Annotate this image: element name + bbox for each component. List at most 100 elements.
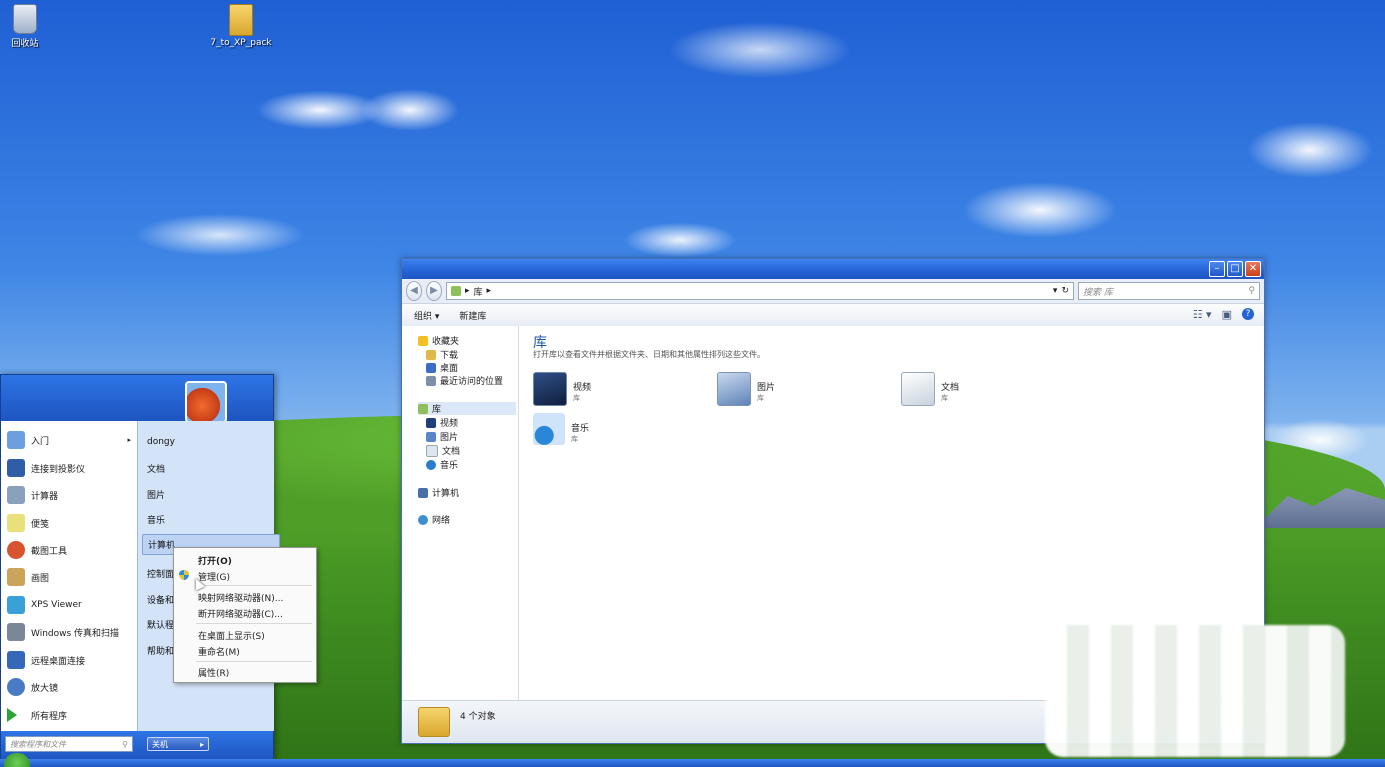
nav-network[interactable]: 网络 xyxy=(418,513,450,526)
taskbar xyxy=(0,759,1385,767)
minimize-icon[interactable]: – xyxy=(1209,261,1225,277)
recycle-bin-icon xyxy=(13,4,37,34)
menu-separator xyxy=(196,661,312,662)
nav-libraries[interactable]: 库 xyxy=(418,402,516,415)
music-icon xyxy=(426,459,436,470)
shutdown-options-icon[interactable]: ▸ xyxy=(200,740,204,749)
program-xps-viewer[interactable]: XPS Viewer xyxy=(7,596,131,614)
breadcrumb-library[interactable]: 库 xyxy=(474,285,483,298)
organize-button[interactable]: 组织 ▾ xyxy=(414,309,439,322)
nav-pictures[interactable]: 图片 xyxy=(426,430,458,443)
submenu-arrow-icon: ▸ xyxy=(127,436,131,444)
music-library-icon xyxy=(533,413,565,445)
menu-item-properties[interactable]: 属性(R) xyxy=(198,666,229,679)
menu-item-map-drive[interactable]: 映射网络驱动器(N)... xyxy=(198,591,283,604)
program-paint[interactable]: 画图 xyxy=(7,568,131,586)
maximize-icon[interactable]: □ xyxy=(1227,261,1243,277)
library-icon xyxy=(418,403,428,414)
desktop-icon-label: 回收站 xyxy=(11,39,39,49)
magnifier-icon xyxy=(7,678,25,696)
program-snipping-tool[interactable]: 截图工具 xyxy=(7,541,131,559)
menu-separator xyxy=(196,623,312,624)
calculator-icon xyxy=(7,486,25,504)
place-documents[interactable]: 文档 xyxy=(147,462,165,475)
program-sticky-notes[interactable]: 便笺 xyxy=(7,514,131,532)
library-item-videos[interactable]: 视频库 xyxy=(533,372,591,406)
place-devices-printers[interactable]: 设备和 xyxy=(147,593,174,606)
place-user[interactable]: dongy xyxy=(147,437,175,447)
start-menu-programs: 入门 ▸ 连接到投影仪 计算器 便笺 截图工具 画图 XPS Viewer Win… xyxy=(1,421,137,731)
sticky-notes-icon xyxy=(7,514,25,532)
library-folder-icon xyxy=(418,707,450,737)
paint-icon xyxy=(7,568,25,586)
menu-separator xyxy=(196,585,312,586)
library-item-documents[interactable]: 文档库 xyxy=(901,372,959,406)
start-menu-footer: 搜索程序和文件 ⚲ 关机 ▸ xyxy=(1,731,273,760)
program-getting-started[interactable]: 入门 ▸ xyxy=(7,431,131,449)
program-magnifier[interactable]: 放大镜 xyxy=(7,678,131,696)
nav-computer[interactable]: 计算机 xyxy=(418,486,459,499)
library-item-music[interactable]: 音乐库 xyxy=(533,413,589,445)
play-arrow-icon xyxy=(7,708,17,722)
downloads-icon xyxy=(426,349,436,360)
menu-item-show-on-desktop[interactable]: 在桌面上显示(S) xyxy=(198,629,265,642)
nav-videos[interactable]: 视频 xyxy=(426,416,458,429)
search-icon: ⚲ xyxy=(1248,286,1255,296)
folder-icon xyxy=(229,4,253,36)
library-icon xyxy=(451,286,461,296)
nav-music[interactable]: 音乐 xyxy=(426,458,458,471)
document-icon xyxy=(426,444,438,457)
snipping-tool-icon xyxy=(7,541,25,559)
item-count: 4 个对象 xyxy=(460,712,496,722)
desktop-icon xyxy=(426,362,436,373)
program-projector[interactable]: 连接到投影仪 xyxy=(7,459,131,477)
menu-item-rename[interactable]: 重命名(M) xyxy=(198,645,240,658)
place-default-programs[interactable]: 默认程 xyxy=(147,618,174,631)
library-description: 打开库以查看文件并根据文件夹、日期和其他属性排列这些文件。 xyxy=(533,350,765,359)
place-pictures[interactable]: 图片 xyxy=(147,488,165,501)
start-search-input[interactable]: 搜索程序和文件 ⚲ xyxy=(5,736,133,752)
nav-recent[interactable]: 最近访问的位置 xyxy=(426,374,503,387)
nav-documents[interactable]: 文档 xyxy=(426,444,460,457)
address-bar[interactable]: ▸ 库 ▸ ▾ ↻ xyxy=(446,282,1074,300)
address-dropdown-icon[interactable]: ▾ xyxy=(1053,286,1058,296)
avatar[interactable] xyxy=(185,381,227,423)
program-fax-scan[interactable]: Windows 传真和扫描 xyxy=(7,623,131,641)
computer-icon xyxy=(418,487,428,498)
preview-pane-icon[interactable]: ▣ xyxy=(1222,308,1232,321)
back-button[interactable]: ◀ xyxy=(406,281,422,301)
forward-button[interactable]: ▶ xyxy=(426,281,442,301)
blurred-watermark xyxy=(1045,625,1345,757)
menu-item-open[interactable]: 打开(O) xyxy=(198,554,232,567)
search-icon: ⚲ xyxy=(122,739,128,749)
desktop-icon-folder[interactable]: 7_to_XP_pack xyxy=(206,4,276,48)
place-help-support[interactable]: 帮助和 xyxy=(147,644,174,657)
place-music[interactable]: 音乐 xyxy=(147,513,165,526)
refresh-icon[interactable]: ↻ xyxy=(1061,286,1069,296)
place-control-panel[interactable]: 控制面 xyxy=(147,567,174,580)
program-calculator[interactable]: 计算器 xyxy=(7,486,131,504)
picture-library-icon xyxy=(717,372,751,406)
projector-icon xyxy=(7,459,25,477)
desktop-icon-recycle-bin[interactable]: 回收站 xyxy=(0,4,60,49)
help-icon[interactable]: ? xyxy=(1242,308,1254,320)
remote-desktop-icon xyxy=(7,651,25,669)
close-icon[interactable]: ✕ xyxy=(1245,261,1261,277)
nav-desktop[interactable]: 桌面 xyxy=(426,361,458,374)
menu-item-disconnect-drive[interactable]: 断开网络驱动器(C)... xyxy=(198,607,283,620)
program-remote-desktop[interactable]: 远程桌面连接 xyxy=(7,651,131,669)
nav-favorites[interactable]: 收藏夹 xyxy=(418,334,459,347)
view-options-icon[interactable]: ☷ ▾ xyxy=(1193,308,1212,321)
context-menu: 打开(O) 管理(G) 映射网络驱动器(N)... 断开网络驱动器(C)... … xyxy=(173,547,317,683)
all-programs-button[interactable]: 所有程序 xyxy=(7,708,131,722)
video-icon xyxy=(426,417,436,428)
nav-downloads[interactable]: 下载 xyxy=(426,348,458,361)
start-menu-header xyxy=(1,375,273,423)
navigation-pane: 收藏夹 下载 桌面 最近访问的位置 库 视频 图片 文档 音乐 计算机 网络 xyxy=(402,326,519,700)
library-item-pictures[interactable]: 图片库 xyxy=(717,372,775,406)
command-bar: 组织 ▾ 新建库 ☷ ▾ ▣ ? xyxy=(402,304,1264,327)
shutdown-button[interactable]: 关机 ▸ xyxy=(147,737,209,751)
new-library-button[interactable]: 新建库 xyxy=(459,309,486,322)
title-bar[interactable]: – □ ✕ xyxy=(402,259,1264,279)
search-input[interactable]: 搜索 库 ⚲ xyxy=(1078,282,1260,300)
